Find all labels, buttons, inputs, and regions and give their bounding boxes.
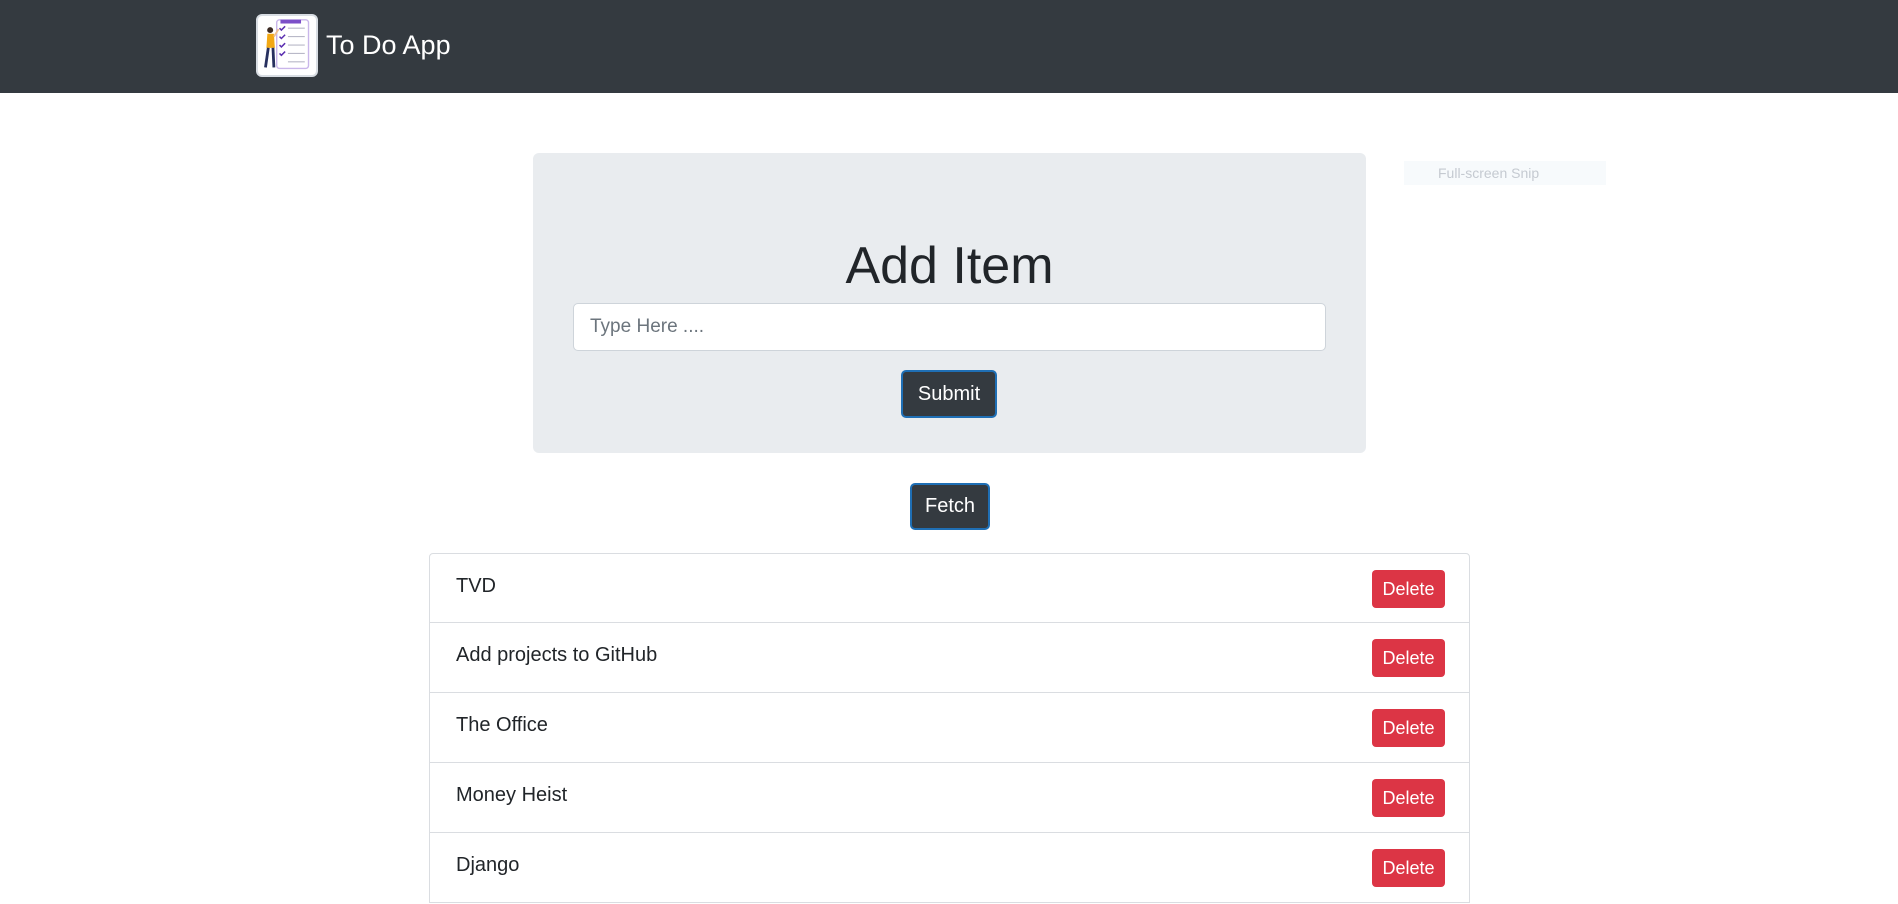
delete-button[interactable]: Delete bbox=[1372, 849, 1445, 887]
snip-overlay-label: Full-screen Snip bbox=[1404, 161, 1606, 185]
delete-button[interactable]: Delete bbox=[1372, 570, 1445, 608]
app-title: To Do App bbox=[326, 30, 451, 60]
list-item: Django Delete bbox=[429, 833, 1470, 903]
list-item: The Office Delete bbox=[429, 693, 1470, 763]
item-text: TVD bbox=[456, 575, 496, 597]
delete-button[interactable]: Delete bbox=[1372, 709, 1445, 747]
add-item-heading: Add Item bbox=[845, 237, 1054, 295]
delete-button[interactable]: Delete bbox=[1372, 779, 1445, 817]
add-item-panel: Add Item Submit bbox=[533, 153, 1366, 453]
list-item: Add projects to GitHub Delete bbox=[429, 623, 1470, 693]
fetch-button[interactable]: Fetch bbox=[910, 483, 990, 530]
navbar: To Do App bbox=[0, 0, 1898, 93]
navbar-brand[interactable]: To Do App bbox=[256, 14, 451, 77]
item-text: Django bbox=[456, 854, 520, 876]
todo-checklist-logo-icon bbox=[256, 14, 318, 77]
item-text: The Office bbox=[456, 714, 548, 736]
delete-button[interactable]: Delete bbox=[1372, 639, 1445, 677]
item-text: Add projects to GitHub bbox=[456, 644, 658, 666]
todo-list: TVD Delete Add projects to GitHub Delete… bbox=[429, 553, 1470, 903]
item-text: Money Heist bbox=[456, 784, 568, 806]
submit-button[interactable]: Submit bbox=[901, 370, 997, 418]
item-input[interactable] bbox=[573, 303, 1326, 351]
list-item: TVD Delete bbox=[429, 553, 1470, 623]
list-item: Money Heist Delete bbox=[429, 763, 1470, 833]
